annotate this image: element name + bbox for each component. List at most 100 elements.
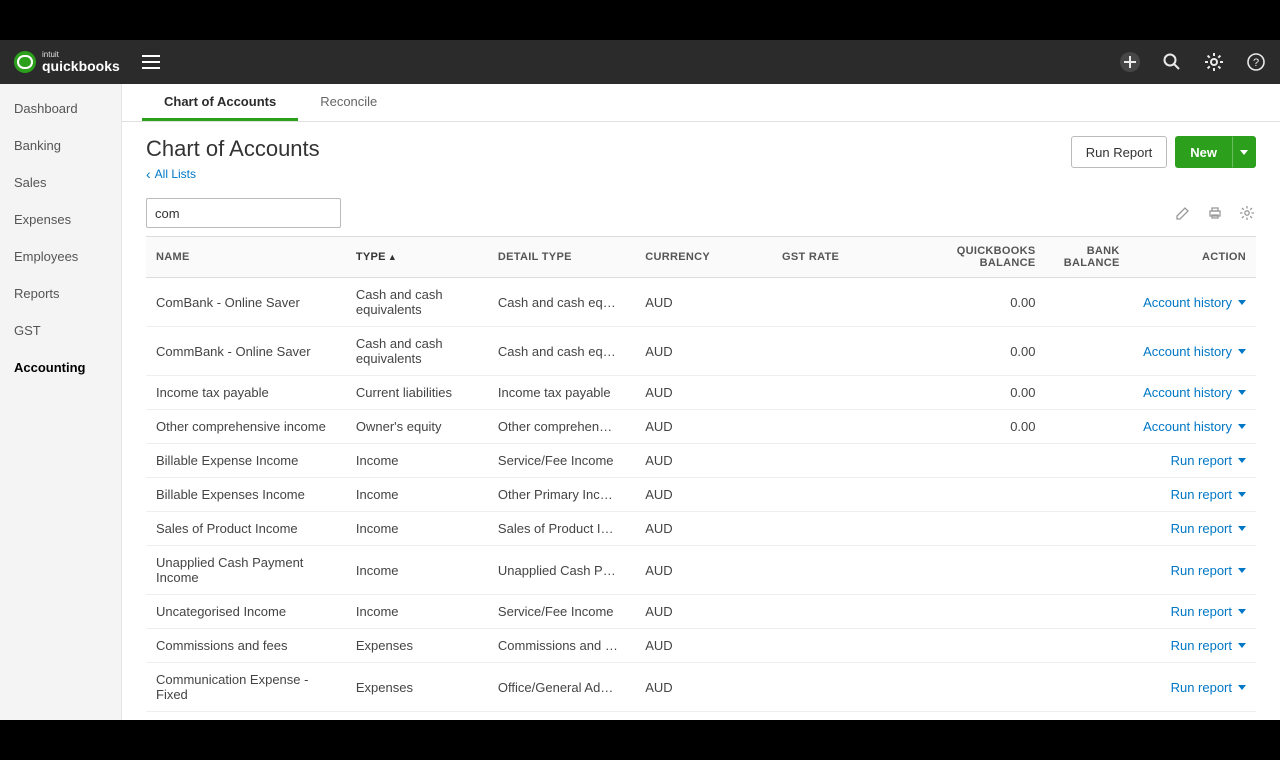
edit-pencil-icon[interactable] xyxy=(1174,204,1192,222)
cell-gst xyxy=(772,327,909,376)
cell-currency: AUD xyxy=(635,712,772,721)
cell-detail: Income tax payable xyxy=(488,376,635,410)
cell-action: Run report xyxy=(1130,546,1256,595)
cell-detail: Commissions and fees xyxy=(488,629,635,663)
action-dropdown-icon[interactable] xyxy=(1238,492,1246,497)
cell-bank-balance xyxy=(1046,546,1130,595)
cell-action: Account history xyxy=(1130,376,1256,410)
cell-type: Expenses xyxy=(346,712,488,721)
cell-action: Run report xyxy=(1130,712,1256,721)
table-settings-gear-icon[interactable] xyxy=(1238,204,1256,222)
hamburger-menu-icon[interactable] xyxy=(142,55,160,69)
cell-qb-balance xyxy=(909,629,1046,663)
search-icon[interactable] xyxy=(1162,52,1182,72)
cell-action: Run report xyxy=(1130,444,1256,478)
row-action-link[interactable]: Run report xyxy=(1171,563,1246,578)
cell-gst xyxy=(772,410,909,444)
row-action-link[interactable]: Run report xyxy=(1171,521,1246,536)
cell-qb-balance xyxy=(909,478,1046,512)
gear-icon[interactable] xyxy=(1204,52,1224,72)
cell-name: Income tax expense xyxy=(146,712,346,721)
row-action-link[interactable]: Run report xyxy=(1171,638,1246,653)
help-icon[interactable]: ? xyxy=(1246,52,1266,72)
column-header-bank-balance[interactable]: BANK BALANCE xyxy=(1046,237,1130,278)
cell-detail: Sales of Product Income xyxy=(488,512,635,546)
column-header-currency[interactable]: CURRENCY xyxy=(635,237,772,278)
sidebar-item-employees[interactable]: Employees xyxy=(0,238,121,275)
cell-currency: AUD xyxy=(635,327,772,376)
action-dropdown-icon[interactable] xyxy=(1238,300,1246,305)
column-header-action[interactable]: ACTION xyxy=(1130,237,1256,278)
cell-name: Uncategorised Income xyxy=(146,595,346,629)
left-sidebar: DashboardBankingSalesExpensesEmployeesRe… xyxy=(0,84,122,720)
column-header-name[interactable]: NAME xyxy=(146,237,346,278)
cell-detail: Other Primary Income xyxy=(488,478,635,512)
action-dropdown-icon[interactable] xyxy=(1238,685,1246,690)
cell-gst xyxy=(772,478,909,512)
cell-detail: Cash and cash equivalents xyxy=(488,278,635,327)
print-icon[interactable] xyxy=(1206,204,1224,222)
cell-name: ComBank - Online Saver xyxy=(146,278,346,327)
cell-action: Run report xyxy=(1130,595,1256,629)
cell-type: Income xyxy=(346,444,488,478)
cell-currency: AUD xyxy=(635,478,772,512)
new-button-dropdown[interactable] xyxy=(1232,136,1256,168)
action-dropdown-icon[interactable] xyxy=(1238,526,1246,531)
tab-reconcile[interactable]: Reconcile xyxy=(298,84,399,121)
sidebar-item-gst[interactable]: GST xyxy=(0,312,121,349)
row-action-link[interactable]: Run report xyxy=(1171,453,1246,468)
sort-ascending-icon: ▲ xyxy=(388,252,397,262)
cell-action: Account history xyxy=(1130,278,1256,327)
action-dropdown-icon[interactable] xyxy=(1238,643,1246,648)
quickbooks-logo-icon xyxy=(14,51,36,73)
cell-type: Income xyxy=(346,478,488,512)
row-action-link[interactable]: Account history xyxy=(1143,385,1246,400)
svg-text:?: ? xyxy=(1253,57,1259,69)
action-dropdown-icon[interactable] xyxy=(1238,568,1246,573)
sidebar-item-accounting[interactable]: Accounting xyxy=(0,349,121,386)
row-action-link[interactable]: Run report xyxy=(1171,604,1246,619)
cell-qb-balance: 0.00 xyxy=(909,327,1046,376)
cell-bank-balance xyxy=(1046,512,1130,546)
cell-qb-balance xyxy=(909,663,1046,712)
create-icon[interactable] xyxy=(1120,52,1140,72)
table-row: Billable Expenses IncomeIncomeOther Prim… xyxy=(146,478,1256,512)
brand-company: intuit xyxy=(42,51,120,59)
tab-chart-of-accounts[interactable]: Chart of Accounts xyxy=(142,84,298,121)
action-dropdown-icon[interactable] xyxy=(1238,349,1246,354)
row-action-link[interactable]: Account history xyxy=(1143,344,1246,359)
sidebar-item-sales[interactable]: Sales xyxy=(0,164,121,201)
cell-action: Account history xyxy=(1130,410,1256,444)
cell-detail: Service/Fee Income xyxy=(488,444,635,478)
column-header-detail[interactable]: DETAIL TYPE xyxy=(488,237,635,278)
action-dropdown-icon[interactable] xyxy=(1238,458,1246,463)
column-header-gst[interactable]: GST RATE xyxy=(772,237,909,278)
row-action-link[interactable]: Run report xyxy=(1171,680,1246,695)
run-report-button[interactable]: Run Report xyxy=(1071,136,1167,168)
sidebar-item-expenses[interactable]: Expenses xyxy=(0,201,121,238)
row-action-link[interactable]: Account history xyxy=(1143,295,1246,310)
cell-detail: Unapplied Cash Payment… xyxy=(488,546,635,595)
new-button[interactable]: New xyxy=(1175,136,1232,168)
row-action-link[interactable]: Run report xyxy=(1171,487,1246,502)
breadcrumb-all-lists[interactable]: All Lists xyxy=(146,166,320,182)
row-action-link[interactable]: Account history xyxy=(1143,419,1246,434)
filter-search-input[interactable] xyxy=(146,198,341,228)
action-dropdown-icon[interactable] xyxy=(1238,390,1246,395)
action-dropdown-icon[interactable] xyxy=(1238,609,1246,614)
column-header-qb-balance[interactable]: QUICKBOOKS BALANCE xyxy=(909,237,1046,278)
cell-qb-balance xyxy=(909,512,1046,546)
cell-bank-balance xyxy=(1046,478,1130,512)
sidebar-item-reports[interactable]: Reports xyxy=(0,275,121,312)
page-title: Chart of Accounts xyxy=(146,136,320,162)
cell-action: Run report xyxy=(1130,478,1256,512)
sidebar-item-banking[interactable]: Banking xyxy=(0,127,121,164)
cell-name: Billable Expenses Income xyxy=(146,478,346,512)
cell-action: Run report xyxy=(1130,629,1256,663)
cell-name: Unapplied Cash Payment Income xyxy=(146,546,346,595)
action-dropdown-icon[interactable] xyxy=(1238,424,1246,429)
cell-detail: Other comprehensive inc… xyxy=(488,410,635,444)
cell-currency: AUD xyxy=(635,376,772,410)
column-header-type[interactable]: TYPE▲ xyxy=(346,237,488,278)
sidebar-item-dashboard[interactable]: Dashboard xyxy=(0,90,121,127)
